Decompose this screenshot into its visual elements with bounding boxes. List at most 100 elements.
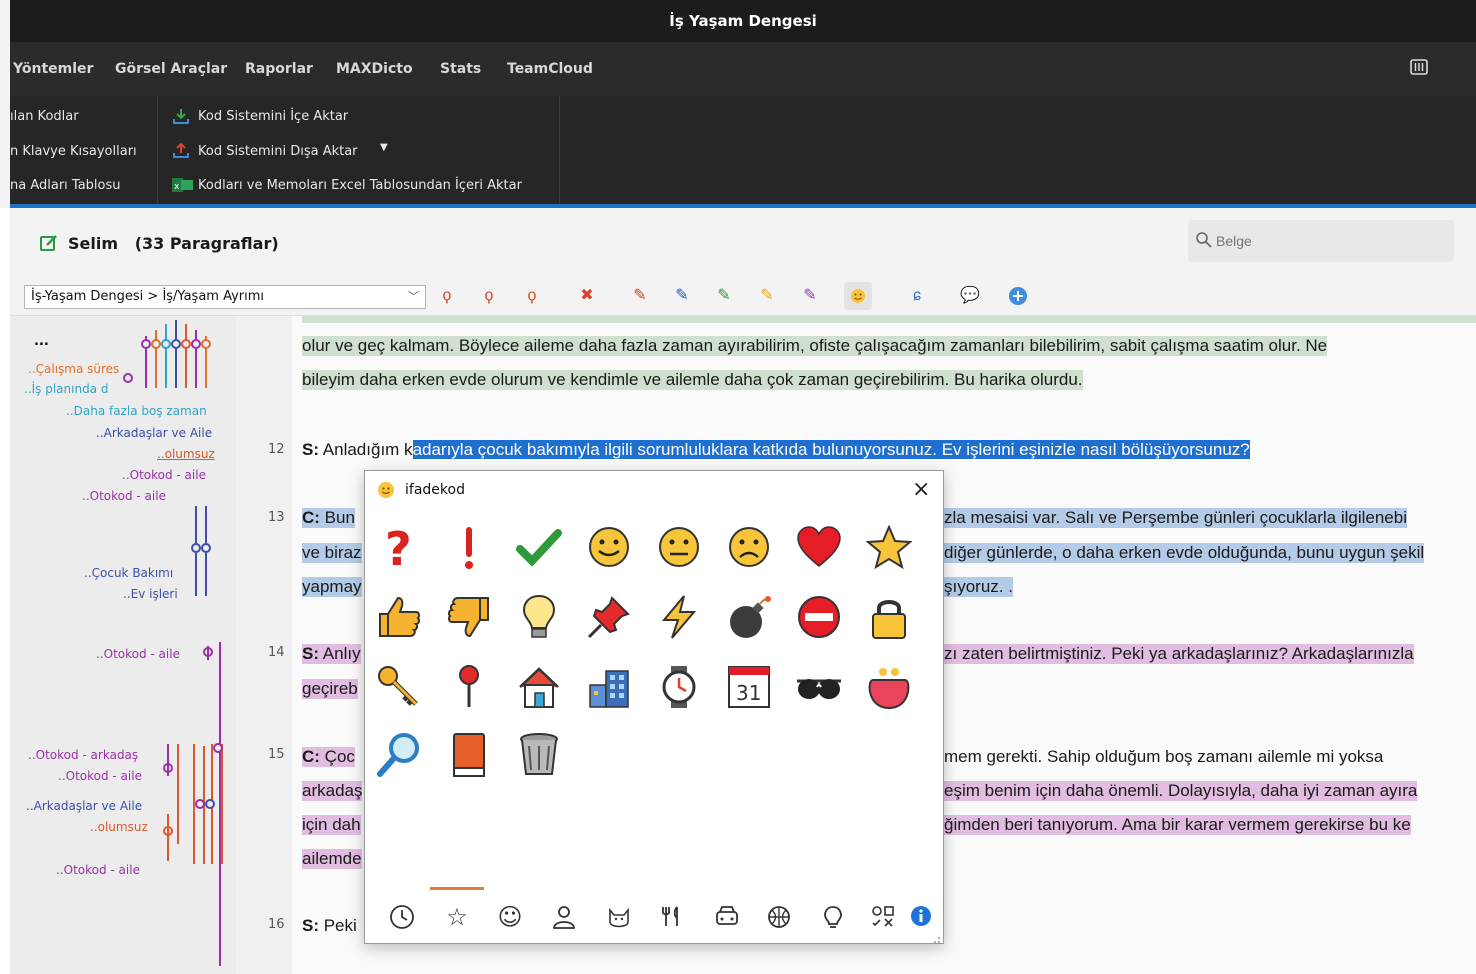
yellow-highlighter-icon[interactable]: ✎ (757, 286, 777, 306)
emoticode-dialog: ifadekod × ? 31 ☆ ☺ (364, 470, 944, 944)
recent-tab-icon[interactable] (386, 901, 418, 933)
green-highlighter-icon[interactable]: ✎ (714, 286, 734, 306)
code-label[interactable]: ..Arkadaşlar ve Aile (96, 426, 212, 440)
code-label[interactable]: ..Çalışma süres (28, 362, 119, 376)
menu-methods[interactable]: Yöntemler (13, 61, 93, 77)
lightning-icon[interactable] (653, 591, 705, 643)
exclamation-icon[interactable] (443, 521, 495, 573)
emoticode-button[interactable] (844, 282, 872, 310)
smileys-tab-icon[interactable]: ☺ (494, 901, 526, 933)
house-icon[interactable] (513, 661, 565, 713)
code-label[interactable]: ..olumsuz (90, 820, 148, 834)
paragraph-line: ğimden beri tanıyorum. Ama bir karar ver… (944, 815, 1411, 835)
code-label[interactable]: ..Otokod - aile (56, 863, 140, 877)
info-icon[interactable] (910, 905, 932, 927)
activities-tab-icon[interactable] (763, 901, 795, 933)
code-label[interactable]: ..Otokod - aile (58, 769, 142, 783)
code-label[interactable]: ..Otokod - aile (82, 489, 166, 503)
no-entry-icon[interactable] (793, 591, 845, 643)
code-label[interactable]: ..İş planında d (24, 382, 109, 396)
import-code-system-button[interactable]: Kod Sistemini İçe Aktar (198, 109, 348, 124)
calendar-icon[interactable]: 31 (723, 661, 775, 713)
close-button[interactable]: × (912, 477, 930, 502)
thumbs-down-icon[interactable] (443, 591, 495, 643)
code-label[interactable]: ..Daha fazla boş zaman (66, 404, 207, 418)
ribbon-names-table[interactable]: na Adları Tablosu (10, 178, 121, 193)
office-building-icon[interactable] (583, 661, 635, 713)
paragraph-text: Anlıy (319, 644, 361, 663)
add-code-icon[interactable]: ϙ (479, 286, 499, 306)
heart-icon[interactable] (793, 521, 845, 573)
link-code-icon[interactable]: ɕ (907, 286, 927, 306)
star-icon[interactable] (863, 521, 915, 573)
symbols-tab-icon[interactable] (867, 901, 899, 933)
speaker-label: S: (302, 440, 319, 459)
paragraph-line: bileyim daha erken evde olurum ve kendim… (302, 370, 1083, 390)
sunglasses-icon[interactable] (793, 661, 845, 713)
book-icon[interactable] (443, 729, 495, 781)
code-pin-icon[interactable]: ϙ (437, 286, 457, 306)
code-label[interactable]: ..Otokod - aile (122, 468, 206, 482)
resize-grip-icon[interactable] (931, 931, 941, 943)
menu-reports[interactable]: Raporlar (245, 61, 313, 77)
sad-face-icon[interactable] (723, 521, 775, 573)
key-icon[interactable] (373, 661, 425, 713)
paragraph-line: diğer günlerde, o daha erken evde olduğu… (944, 543, 1425, 563)
paragraph-text: Çoc (319, 747, 355, 766)
red-highlighter-icon[interactable]: ✎ (630, 286, 650, 306)
speaker-label: C: (302, 747, 320, 766)
code-label[interactable]: ..Ev işleri (123, 587, 178, 601)
code-label[interactable]: ..Çocuk Bakımı (84, 566, 173, 580)
import-excel-button[interactable]: Kodları ve Memoları Excel Tablosundan İç… (198, 178, 522, 193)
watch-icon[interactable] (653, 661, 705, 713)
paragraph-line: mem gerekti. Sahip olduğum boş zamanı ai… (944, 747, 1384, 766)
trash-can-icon[interactable] (513, 729, 565, 781)
remove-code-icon[interactable]: ✖ (577, 286, 597, 306)
code-label[interactable]: ..Otokod - arkadaş (28, 748, 138, 762)
document-header: Selim (33 Paragraflar) (10, 212, 1476, 274)
favorites-tab-icon[interactable]: ☆ (441, 901, 473, 933)
ribbon-keyboard-shortcuts[interactable]: n Klavye Kısayolları (10, 144, 137, 159)
bomb-icon[interactable] (723, 591, 775, 643)
code-select[interactable]: İş-Yaşam Dengesi > İş/Yaşam Ayrımı ﹀ (24, 285, 426, 309)
travel-tab-icon[interactable] (711, 901, 743, 933)
chevron-down-icon[interactable]: ▼ (380, 142, 388, 153)
smile-icon[interactable] (583, 521, 635, 573)
speaker-label: S: (302, 644, 319, 663)
add-memo-icon[interactable] (1008, 286, 1028, 306)
code-label[interactable]: ... (34, 334, 49, 349)
pin-icon[interactable] (443, 661, 495, 713)
search-input[interactable] (1216, 230, 1436, 252)
comment-icon[interactable]: 💬 (960, 286, 980, 306)
people-tab-icon[interactable] (548, 901, 580, 933)
grid-layout-icon[interactable] (1410, 58, 1428, 76)
animals-tab-icon[interactable] (603, 901, 635, 933)
lightbulb-icon[interactable] (513, 591, 565, 643)
neutral-face-icon[interactable] (653, 521, 705, 573)
ribbon-used-codes[interactable]: ılan Kodlar (10, 109, 79, 124)
checkmark-icon[interactable] (513, 521, 565, 573)
blue-highlighter-icon[interactable]: ✎ (672, 286, 692, 306)
purse-icon[interactable] (863, 661, 915, 713)
paragraph-line: ailemde (302, 849, 362, 869)
selected-text[interactable]: adarıyla çocuk bakımıyla ilgili sorumlul… (412, 440, 1250, 459)
objects-tab-icon[interactable] (817, 901, 849, 933)
code-label[interactable]: ..olumsuz (157, 447, 215, 461)
export-code-system-button[interactable]: Kod Sistemini Dışa Aktar (198, 144, 358, 159)
pushpin-icon[interactable] (583, 591, 635, 643)
food-tab-icon[interactable] (657, 901, 689, 933)
add-code-multi-icon[interactable]: ϙ (522, 286, 542, 306)
code-label[interactable]: ..Otokod - aile (96, 647, 180, 661)
menu-teamcloud[interactable]: TeamCloud (507, 61, 593, 77)
purple-highlighter-icon[interactable]: ✎ (800, 286, 820, 306)
code-label[interactable]: ..Arkadaşlar ve Aile (26, 799, 142, 813)
menu-stats[interactable]: Stats (440, 61, 481, 77)
menu-visual-tools[interactable]: Görsel Araçlar (115, 61, 227, 77)
lock-icon[interactable] (863, 591, 915, 643)
thumbs-up-icon[interactable] (373, 591, 425, 643)
document-title: Selim (33 Paragraflar) (68, 234, 279, 253)
menu-maxdicto[interactable]: MAXDicto (336, 61, 413, 77)
question-icon[interactable]: ? (373, 521, 425, 573)
excel-icon: x (172, 176, 193, 194)
magnifier-icon[interactable] (373, 729, 425, 781)
